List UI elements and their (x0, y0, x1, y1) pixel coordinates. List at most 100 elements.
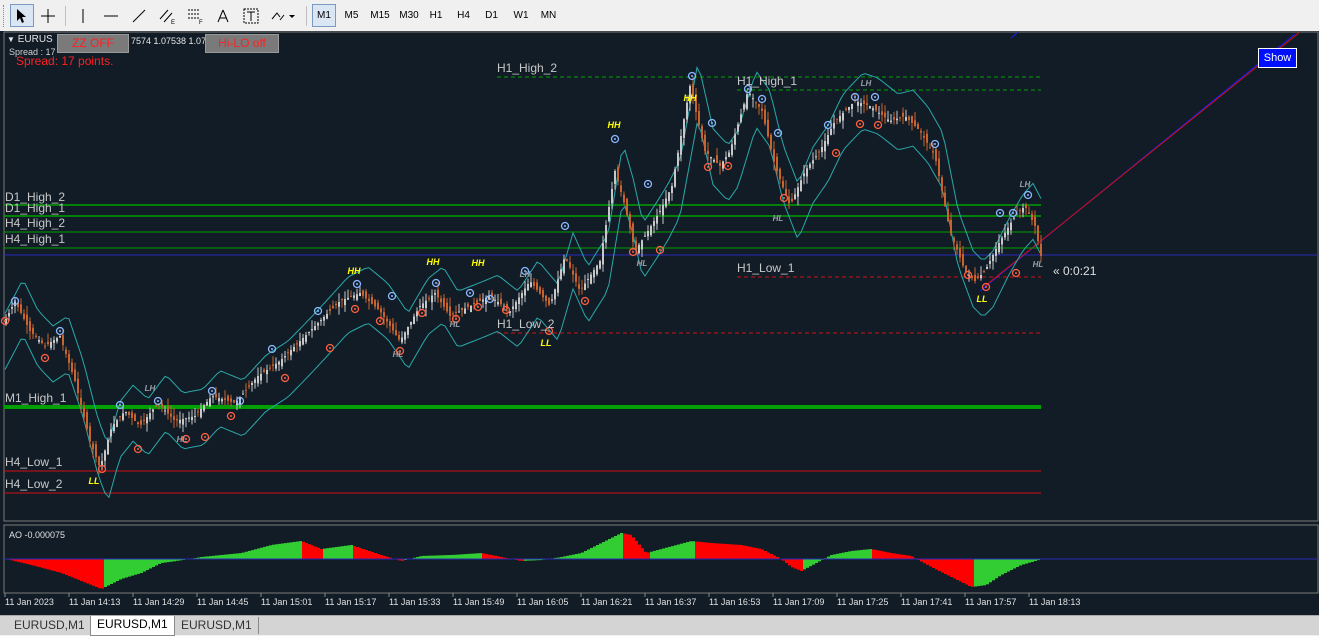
toolbar-grip[interactable] (3, 5, 7, 27)
ao-bar (293, 541, 296, 559)
ao-bar (299, 541, 302, 559)
ao-bar (929, 559, 932, 567)
chart-menu-arrow-icon[interactable]: ▼ (7, 35, 15, 44)
crosshair-tool-button[interactable] (36, 4, 60, 27)
ao-bar (155, 559, 158, 566)
trendline-tool-button[interactable] (127, 4, 151, 27)
candle-body (359, 293, 361, 296)
fibonacci-tool-button[interactable]: F (183, 4, 207, 27)
ao-bar (629, 534, 632, 559)
ao-bar (380, 555, 383, 559)
candle-body (299, 341, 301, 347)
timeframe-button-h1[interactable]: H1 (424, 4, 448, 27)
candle-body (482, 299, 484, 302)
ao-bar (236, 553, 239, 559)
arrows-tool-button[interactable] (267, 4, 299, 27)
ao-bar (335, 547, 338, 559)
timeframe-button-m5[interactable]: M5 (339, 4, 364, 27)
candle-body (650, 226, 652, 236)
candle-body (332, 306, 334, 308)
ao-bar (71, 559, 74, 578)
ao-bar (689, 541, 692, 559)
candle-body (191, 416, 193, 421)
level-label-h4-low-1: H4_Low_1 (5, 455, 63, 469)
candle-body (800, 180, 802, 192)
ao-bar (995, 559, 998, 579)
candle-body (731, 144, 733, 156)
candle-body (818, 151, 820, 153)
ao-bar (752, 547, 755, 559)
vertical-line-tool-button[interactable] (72, 4, 94, 27)
candle-body (56, 338, 58, 342)
candle-body (863, 100, 865, 104)
candle-body (857, 102, 859, 106)
ao-bar (95, 559, 98, 587)
candle-body (455, 311, 457, 313)
chart-canvas[interactable]: LL LH HL HH HL HH HH HL LH LL HH HL HH HL LH LL LH HL (0, 31, 1319, 615)
chart-tabs: EURUSD,M1 EURUSD,M1 EURUSD,M1 (0, 615, 1319, 636)
level-label-h1-low-1: H1_Low_1 (737, 261, 795, 275)
hilo-toggle-button[interactable]: Hi-LO off (205, 34, 279, 53)
timeframe-button-mn[interactable]: MN (536, 4, 561, 27)
text-tool-button[interactable] (211, 4, 235, 27)
candle-body (452, 313, 454, 315)
zz-toggle-button[interactable]: ZZ OFF (57, 34, 129, 53)
candle-body (884, 112, 886, 118)
ao-bar (80, 559, 83, 581)
candle-body (1025, 204, 1027, 208)
timeframe-button-h4[interactable]: H4 (451, 4, 476, 27)
ao-bar (371, 552, 374, 559)
timeframe-button-m1[interactable]: M1 (312, 4, 336, 27)
candle-body (590, 274, 592, 284)
ao-bar (152, 559, 155, 567)
ao-bar (641, 548, 644, 559)
swing-low-marker-dot (329, 347, 331, 349)
candle-body (143, 419, 145, 421)
show-button[interactable]: Show (1258, 48, 1297, 68)
ao-bar (485, 554, 488, 559)
swing-low-marker-dot (284, 377, 286, 379)
horizontal-line-tool-button[interactable] (99, 4, 123, 27)
timeframe-button-d1[interactable]: D1 (479, 4, 504, 27)
ao-bar (251, 550, 254, 559)
ao-bar (878, 550, 881, 559)
text-label-tool-button[interactable] (239, 4, 263, 27)
candle-body (287, 352, 289, 354)
ao-bar (44, 559, 47, 569)
time-axis-label: 11 Jan 14:13 (69, 597, 121, 607)
candle-body (53, 340, 55, 343)
swing-high-marker-dot (827, 124, 829, 126)
candle-body (596, 265, 598, 275)
ao-bar (431, 555, 434, 559)
ao-bar (368, 551, 371, 559)
ao-bar (632, 537, 635, 559)
candle-body (374, 300, 376, 307)
ao-bar (599, 543, 602, 559)
equidistant-channel-tool-button[interactable]: E (155, 4, 179, 27)
chart-tab[interactable]: EURUSD,M1 (8, 617, 92, 634)
candle-body (497, 302, 499, 305)
swing-low-marker-dot (967, 274, 969, 276)
candle-body (215, 393, 217, 398)
candle-body (659, 211, 661, 212)
timeframe-button-m15[interactable]: M15 (367, 4, 393, 27)
candle-body (44, 345, 46, 347)
ao-bar (866, 549, 869, 559)
candle-body (725, 157, 727, 160)
ao-bar (893, 553, 896, 559)
swing-low-marker-dot (421, 312, 423, 314)
candle-body (602, 243, 604, 265)
candle-body (851, 104, 853, 109)
chart-tab[interactable]: EURUSD,M1 (175, 617, 259, 634)
ao-bar (578, 553, 581, 559)
cursor-tool-button[interactable] (10, 4, 34, 27)
candle-body (290, 350, 292, 356)
price-chart[interactable]: LL LH HL HH HL HH HH HL LH LL HH HL HH HL LH LL LH HL ▼ E… (0, 31, 1319, 615)
candle-body (959, 248, 961, 258)
timeframe-button-m30[interactable]: M30 (396, 4, 422, 27)
swing-low-marker-dot (379, 320, 381, 322)
chart-tab-active[interactable]: EURUSD,M1 (90, 616, 175, 636)
timeframe-button-w1[interactable]: W1 (508, 4, 534, 27)
candle-body (632, 223, 634, 242)
ao-bar (341, 546, 344, 559)
